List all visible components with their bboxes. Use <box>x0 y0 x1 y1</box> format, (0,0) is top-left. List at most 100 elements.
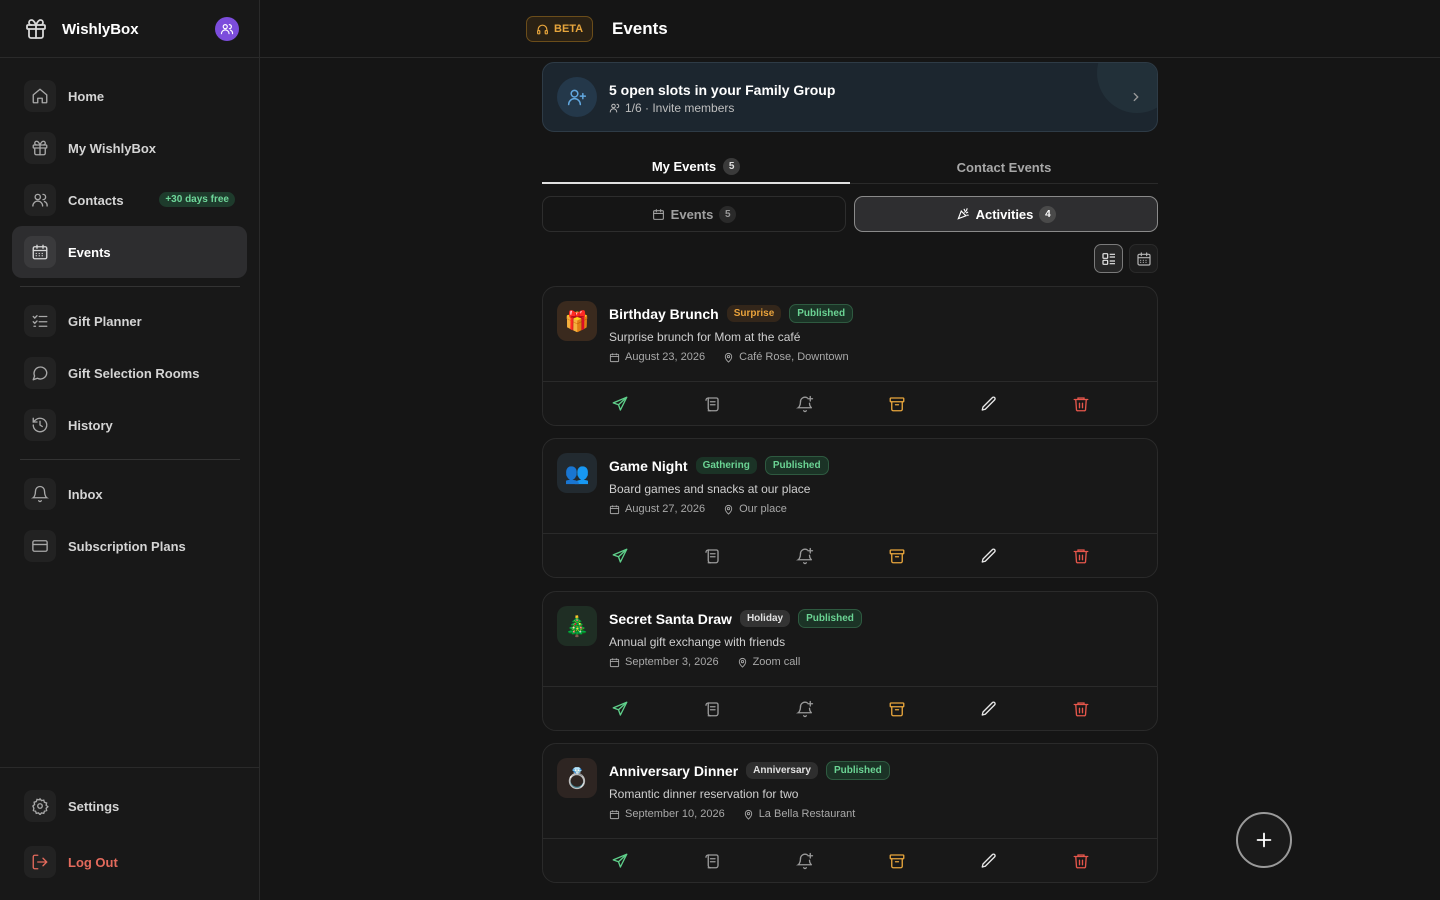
send-invite-icon[interactable] <box>610 851 630 871</box>
list-view-icon <box>1101 251 1117 267</box>
archive-icon[interactable] <box>887 851 907 871</box>
brand[interactable]: WishlyBox <box>24 14 139 44</box>
category-tag: Surprise <box>726 305 782 322</box>
banner-subtitle: 1/6 · Invite members <box>609 101 734 115</box>
segment-label: Events <box>670 206 714 222</box>
archive-icon[interactable] <box>887 394 907 414</box>
event-actions <box>543 382 1157 426</box>
sidebar-item-inbox[interactable]: Inbox <box>12 468 247 520</box>
sidebar-item-gift-planner[interactable]: Gift Planner <box>12 295 247 347</box>
event-location: Zoom call <box>752 656 801 668</box>
bell-plus-icon[interactable] <box>795 394 815 414</box>
pencil-edit-icon[interactable] <box>979 699 999 719</box>
pencil-edit-icon[interactable] <box>979 546 999 566</box>
home-icon <box>24 80 56 112</box>
pencil-edit-icon[interactable] <box>979 851 999 871</box>
sidebar-item-my-wishlybox[interactable]: My WishlyBox <box>12 122 247 174</box>
sidebar-item-events[interactable]: Events <box>12 226 247 278</box>
family-group-banner[interactable]: 5 open slots in your Family Group 1/6 · … <box>542 62 1158 132</box>
sidebar-item-contacts[interactable]: Contacts +30 days free <box>12 174 247 226</box>
location-pin-icon <box>723 504 734 515</box>
trash-delete-icon[interactable] <box>1071 394 1091 414</box>
event-meta: August 27, 2026 Our place <box>609 503 787 515</box>
status-badge: Published <box>789 304 854 323</box>
calendar-icon <box>609 352 620 363</box>
segment-activities[interactable]: Activities 4 <box>854 196 1158 232</box>
location-pin-icon <box>723 352 734 363</box>
location-pin-icon <box>743 809 754 820</box>
tab-label: Contact Events <box>956 159 1052 175</box>
sidebar-item-gift-selection-rooms[interactable]: Gift Selection Rooms <box>12 347 247 399</box>
event-date: August 23, 2026 <box>625 351 706 363</box>
sidebar-item-home[interactable]: Home <box>12 70 247 122</box>
event-actions <box>543 534 1157 578</box>
send-invite-icon[interactable] <box>610 394 630 414</box>
scroll-notes-icon[interactable] <box>702 699 722 719</box>
page-title: Events <box>612 19 668 38</box>
beta-label: BETA <box>554 23 584 35</box>
send-invite-icon[interactable] <box>610 699 630 719</box>
event-location: Our place <box>739 503 787 515</box>
sidebar-item-label: Gift Selection Rooms <box>68 365 200 381</box>
sidebar-item-history[interactable]: History <box>12 399 247 451</box>
list-view-button[interactable] <box>1094 244 1123 273</box>
sidebar-item-label: Home <box>68 88 105 104</box>
sidebar-item-label: Events <box>68 244 111 260</box>
scroll-notes-icon[interactable] <box>702 394 722 414</box>
divider <box>0 57 259 58</box>
user-avatar[interactable] <box>215 17 239 41</box>
sidebar-item-label: Contacts <box>68 192 124 208</box>
calendar-icon <box>609 504 620 515</box>
event-card[interactable]: 🎁 Birthday Brunch Surprise Published Sur… <box>542 286 1158 426</box>
event-emoji-icon: 🎁 <box>557 301 597 341</box>
credit-card-icon <box>24 530 56 562</box>
event-meta: September 3, 2026 Zoom call <box>609 656 800 668</box>
divider <box>20 459 240 460</box>
event-location: Café Rose, Downtown <box>739 351 849 363</box>
beta-badge[interactable]: BETA <box>526 16 594 42</box>
bell-plus-icon[interactable] <box>795 851 815 871</box>
bell-plus-icon[interactable] <box>795 546 815 566</box>
segment-events[interactable]: Events 5 <box>542 196 846 232</box>
users-icon <box>24 184 56 216</box>
event-location: La Bella Restaurant <box>758 808 856 820</box>
tab-my-events[interactable]: My Events 5 <box>542 150 850 184</box>
event-card[interactable]: 🎄 Secret Santa Draw Holiday Published An… <box>542 591 1158 731</box>
tab-contact-events[interactable]: Contact Events <box>850 150 1158 184</box>
event-description: Annual gift exchange with friends <box>609 635 786 649</box>
event-title: Anniversary Dinner <box>609 762 739 779</box>
event-title: Game Night <box>609 457 688 474</box>
event-emoji-icon: 🎄 <box>557 606 597 646</box>
logout-label: Log Out <box>68 854 118 870</box>
scroll-notes-icon[interactable] <box>702 851 722 871</box>
tab-count: 5 <box>723 157 741 175</box>
event-card[interactable]: 👥 Game Night Gathering Published Board g… <box>542 438 1158 578</box>
archive-icon[interactable] <box>887 699 907 719</box>
event-card[interactable]: 💍 Anniversary Dinner Anniversary Publish… <box>542 743 1158 883</box>
scroll-notes-icon[interactable] <box>702 546 722 566</box>
sidebar-item-settings[interactable]: Settings <box>12 780 247 832</box>
checklist-icon <box>24 305 56 337</box>
event-description: Board games and snacks at our place <box>609 482 811 496</box>
calendar-icon <box>24 236 56 268</box>
archive-icon[interactable] <box>887 546 907 566</box>
trash-delete-icon[interactable] <box>1071 699 1091 719</box>
calendar-icon <box>609 809 620 820</box>
pencil-edit-icon[interactable] <box>979 394 999 414</box>
calendar-view-button[interactable] <box>1129 244 1158 273</box>
add-event-button[interactable] <box>1236 812 1292 868</box>
event-date: September 3, 2026 <box>625 656 719 668</box>
location-pin-icon <box>737 657 748 668</box>
send-invite-icon[interactable] <box>610 546 630 566</box>
bell-plus-icon[interactable] <box>795 699 815 719</box>
sidebar: WishlyBox Home My WishlyBox Contacts +30… <box>0 0 260 900</box>
event-meta: September 10, 2026 La Bella Restaurant <box>609 808 855 820</box>
sidebar-item-subscription-plans[interactable]: Subscription Plans <box>12 520 247 572</box>
calendar-icon <box>1136 251 1152 267</box>
chevron-right-icon <box>1129 90 1143 104</box>
trash-delete-icon[interactable] <box>1071 851 1091 871</box>
logout-button[interactable]: Log Out <box>12 836 247 888</box>
trash-delete-icon[interactable] <box>1071 546 1091 566</box>
status-badge: Published <box>825 761 890 780</box>
user-plus-icon <box>557 77 597 117</box>
